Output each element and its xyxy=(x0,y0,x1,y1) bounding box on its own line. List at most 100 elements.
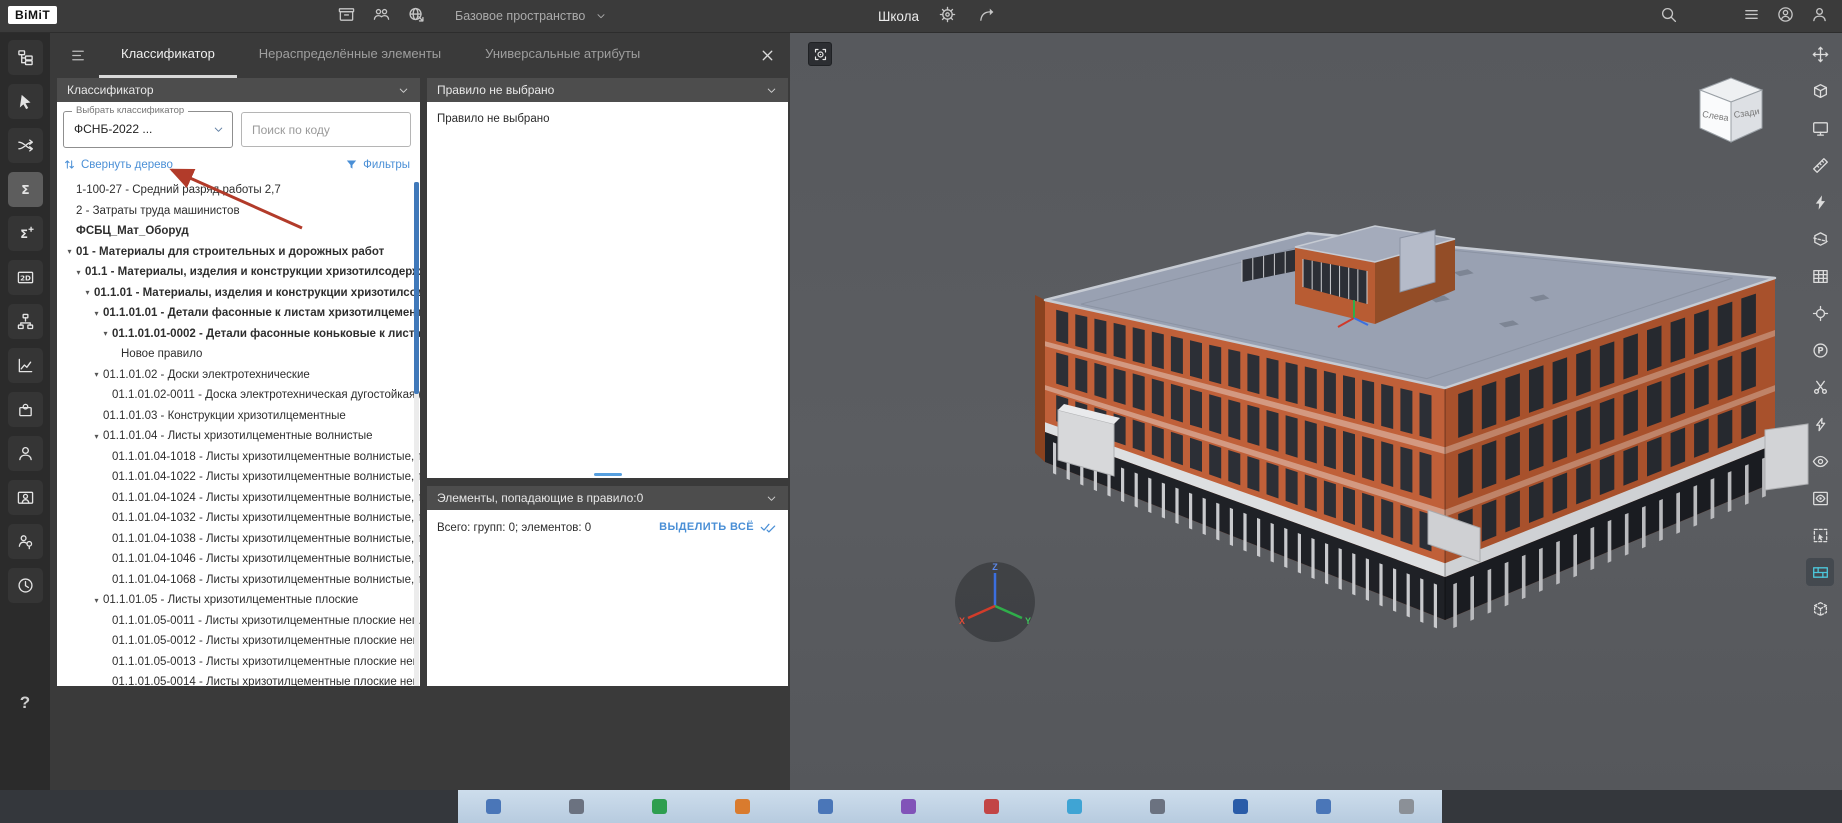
account-button[interactable] xyxy=(1775,4,1796,28)
taskbar-app-icon[interactable] xyxy=(818,799,833,814)
bimit-logo[interactable]: BiMiT xyxy=(8,6,58,24)
taskbar-app-icon[interactable] xyxy=(984,799,999,814)
taskbar-app-icon[interactable] xyxy=(1067,799,1082,814)
rule-elements-header[interactable]: Элементы, попадающие в правило:0 xyxy=(427,486,788,510)
tool-model-structure[interactable] xyxy=(7,40,43,75)
code-search-input[interactable] xyxy=(241,112,411,147)
profile-button[interactable] xyxy=(1809,4,1830,28)
view-cube[interactable]: Слева Сзади xyxy=(1688,70,1774,161)
tool-history[interactable] xyxy=(7,568,43,603)
center-view-button[interactable] xyxy=(808,42,832,66)
tool-select[interactable] xyxy=(7,84,43,119)
vp-select-area[interactable] xyxy=(1806,521,1834,549)
vp-walls-toggle[interactable] xyxy=(1806,558,1834,586)
taskbar-app-icon[interactable] xyxy=(569,799,584,814)
tree-item[interactable]: ▾ 01.1.01.05-0012 - Листы хризотилцемент… xyxy=(57,631,420,652)
tab-universal-attributes[interactable]: Универсальные атрибуты xyxy=(463,32,662,78)
viewport-3d[interactable]: Слева Сзади Z Y X P xyxy=(790,32,1842,790)
tool-users[interactable] xyxy=(7,436,43,471)
vp-plan[interactable]: P xyxy=(1806,336,1834,364)
tree-item[interactable]: ▾ 2 - Затраты труда машинистов xyxy=(57,201,420,222)
vp-home-view[interactable] xyxy=(1806,77,1834,105)
help-button[interactable]: ? xyxy=(8,686,42,720)
tool-estimate-add[interactable]: Σ xyxy=(7,216,43,251)
search-button[interactable] xyxy=(1658,4,1679,28)
vp-transparency[interactable] xyxy=(1806,595,1834,623)
tree-item[interactable]: ▾ 01.1.01.01-0002 - Детали фасонные конь… xyxy=(57,324,420,345)
expand-arrow-icon[interactable]: ▾ xyxy=(90,309,103,318)
tree-item[interactable]: ▾ 1-100-27 - Средний разряд работы 2,7 xyxy=(57,180,420,201)
tool-structure[interactable] xyxy=(7,304,43,339)
axis-gizmo[interactable]: Z Y X xyxy=(953,560,1037,649)
tree-item[interactable]: ▾ ФСБЦ_Мат_Оборуд xyxy=(57,221,420,242)
tree-item[interactable]: ▾ 01 - Материалы для строительных и доро… xyxy=(57,242,420,263)
taskbar-app-icon[interactable] xyxy=(735,799,750,814)
resize-handle[interactable] xyxy=(593,473,622,476)
tool-user-card[interactable] xyxy=(7,480,43,515)
tree-item[interactable]: ▾ 01.1.01.04-1024 - Листы хризотилцемент… xyxy=(57,488,420,509)
vp-section-box[interactable] xyxy=(1806,225,1834,253)
taskbar-app-icon[interactable] xyxy=(1399,799,1414,814)
tab-unallocated-elements[interactable]: Нераспределённые элементы xyxy=(237,32,463,78)
tool-2d-view[interactable]: 2D xyxy=(7,260,43,295)
tree-item[interactable]: ▾ 01.1.01.04-1022 - Листы хризотилцемент… xyxy=(57,467,420,488)
tree-item[interactable]: ▾ 01.1.01.03 - Конструкции хризотилцемен… xyxy=(57,406,420,427)
filters-link[interactable]: Фильтры xyxy=(345,158,410,171)
tree-item[interactable]: ▾ 01.1.01.04-1068 - Листы хризотилцемент… xyxy=(57,570,420,591)
rule-header[interactable]: Правило не выбрано xyxy=(427,78,788,102)
collaboration-button[interactable] xyxy=(371,4,392,28)
taskbar-app-icon[interactable] xyxy=(1316,799,1331,814)
tree-item[interactable]: ▾ 01.1.01.02 - Доски электротехнические xyxy=(57,365,420,386)
classifier-select[interactable]: Выбрать классификатор ФСНБ-2022 ... xyxy=(63,105,233,148)
tree-item[interactable]: ▾ Новое правило xyxy=(57,344,420,365)
tool-plugins[interactable] xyxy=(7,392,43,427)
vp-quick-section[interactable] xyxy=(1806,188,1834,216)
expand-arrow-icon[interactable]: ▾ xyxy=(99,329,112,338)
vp-visibility[interactable] xyxy=(1806,447,1834,475)
tree-item[interactable]: ▾ 01.1.01.05-0014 - Листы хризотилцемент… xyxy=(57,672,420,686)
settings-button[interactable] xyxy=(937,4,958,28)
tree-item[interactable]: ▾ 01.1.01.02-0011 - Доска электротехниче… xyxy=(57,385,420,406)
tree-item[interactable]: ▾ 01.1.01.04-1032 - Листы хризотилцемент… xyxy=(57,508,420,529)
tree-item[interactable]: ▾ 01.1.01.04-1018 - Листы хризотилцемент… xyxy=(57,447,420,468)
tree-item[interactable]: ▾ 01.1.01.04-1038 - Листы хризотилцемент… xyxy=(57,529,420,550)
workspace-select[interactable]: Базовое пространство xyxy=(455,9,645,23)
tree-item[interactable]: ▾ 01.1 - Материалы, изделия и конструкци… xyxy=(57,262,420,283)
tree-scrollbar-thumb[interactable] xyxy=(414,182,419,394)
taskbar-app-icon[interactable] xyxy=(901,799,916,814)
tree-item[interactable]: ▾ 01.1.01.04-1046 - Листы хризотилцемент… xyxy=(57,549,420,570)
tree-item[interactable]: ▾ 01.1.01.04 - Листы хризотилцементные в… xyxy=(57,426,420,447)
taskbar-app-icon[interactable] xyxy=(1150,799,1165,814)
vp-grid[interactable] xyxy=(1806,262,1834,290)
expand-arrow-icon[interactable]: ▾ xyxy=(72,268,85,277)
tool-user-location[interactable] xyxy=(7,524,43,559)
vp-isolate[interactable] xyxy=(1806,484,1834,512)
storage-button[interactable] xyxy=(336,4,357,28)
taskbar-app-icon[interactable] xyxy=(652,799,667,814)
tree-item[interactable]: ▾ 01.1.01.05 - Листы хризотилцементные п… xyxy=(57,590,420,611)
taskbar-app-icon[interactable] xyxy=(1233,799,1248,814)
vp-measure[interactable] xyxy=(1806,151,1834,179)
tree-item[interactable]: ▾ 01.1.01 - Материалы, изделия и констру… xyxy=(57,283,420,304)
web-access-button[interactable] xyxy=(406,4,427,28)
classifier-header[interactable]: Классификатор xyxy=(57,78,420,102)
vp-clip[interactable] xyxy=(1806,373,1834,401)
vp-focus[interactable] xyxy=(1806,299,1834,327)
vp-screenshot[interactable] xyxy=(1806,114,1834,142)
menu-button[interactable] xyxy=(1741,4,1762,28)
tool-estimate[interactable]: Σ xyxy=(7,172,43,207)
tool-analytics[interactable] xyxy=(7,348,43,383)
panel-close-button[interactable] xyxy=(744,32,790,78)
expand-arrow-icon[interactable]: ▾ xyxy=(63,247,76,256)
tree-item[interactable]: ▾ 01.1.01.05-0011 - Листы хризотилцемент… xyxy=(57,611,420,632)
select-all-link[interactable]: ВЫДЕЛИТЬ ВСЁ xyxy=(659,519,776,535)
taskbar-app-icon[interactable] xyxy=(486,799,501,814)
vp-flash-outline[interactable] xyxy=(1806,410,1834,438)
expand-arrow-icon[interactable]: ▾ xyxy=(90,370,103,379)
tool-relations[interactable] xyxy=(7,128,43,163)
tree-item[interactable]: ▾ 01.1.01.01 - Детали фасонные к листам … xyxy=(57,303,420,324)
expand-arrow-icon[interactable]: ▾ xyxy=(90,596,103,605)
panel-menu-button[interactable] xyxy=(57,32,99,78)
expand-arrow-icon[interactable]: ▾ xyxy=(81,288,94,297)
expand-arrow-icon[interactable]: ▾ xyxy=(90,432,103,441)
